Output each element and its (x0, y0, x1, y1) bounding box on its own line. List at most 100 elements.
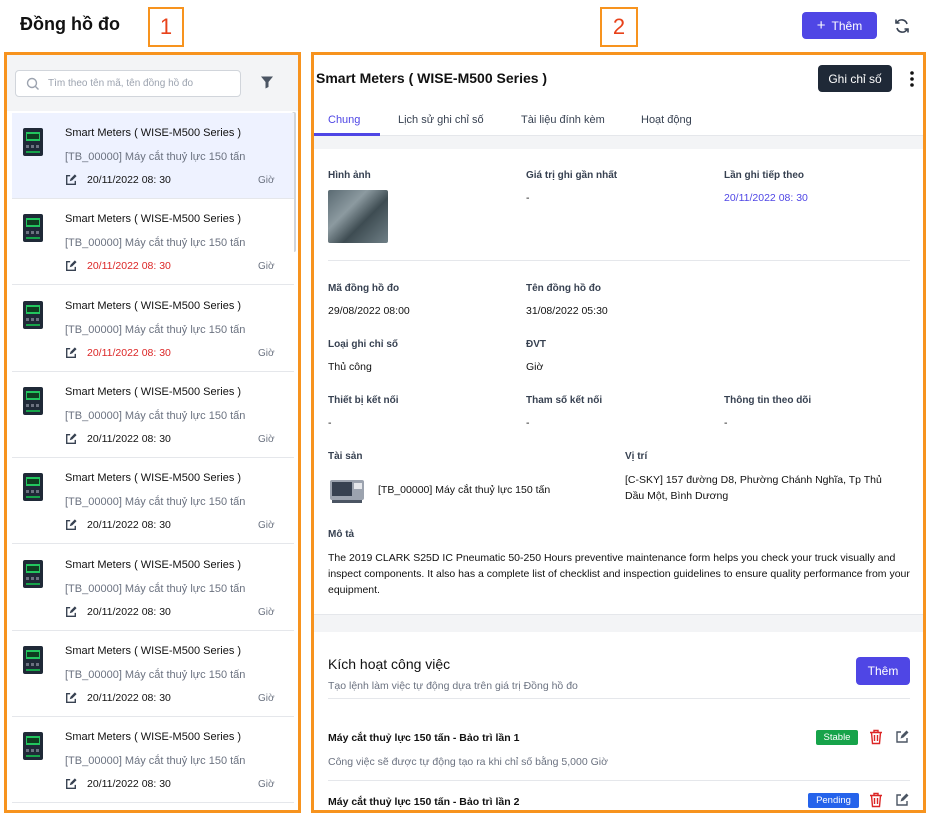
activation-title: Kích hoạt công việc (328, 656, 451, 672)
annotation-label-1: 1 (148, 7, 184, 47)
list-item[interactable]: Smart Meters ( WISE-M500 Series ) [TB_000… (12, 717, 294, 804)
next-record-date: 20/11/2022 08: 30 (724, 192, 808, 204)
tracking-value: - (724, 417, 728, 429)
list-item[interactable]: Smart Meters ( WISE-M500 Series ) [TB_000… (12, 630, 294, 717)
item-title: Smart Meters ( WISE-M500 Series ) (65, 472, 242, 485)
item-date: 20/11/2022 08: 30 (87, 260, 171, 273)
annotation-label-2: 2 (600, 7, 638, 47)
smart-meter-icon (22, 213, 44, 243)
plus-icon: + (816, 17, 826, 34)
edit-icon[interactable] (895, 793, 909, 807)
item-subtitle: [TB_00000] Máy cắt thuỷ lực 150 tấn (65, 237, 246, 250)
meter-name-label: Tên đồng hồ đo (526, 283, 601, 294)
asset-value[interactable]: [TB_00000] Máy cắt thuỷ lực 150 tấn (378, 484, 550, 496)
item-unit: Giờ (258, 779, 275, 791)
activation-divider (328, 698, 910, 699)
more-options-icon[interactable] (906, 69, 918, 89)
list-item[interactable]: Smart Meters ( WISE-M500 Series ) [TB_000… (12, 371, 294, 458)
smart-meter-icon (22, 386, 44, 416)
unit-label: ĐVT (526, 339, 546, 350)
tab-attachments[interactable]: Tài liệu đính kèm (521, 114, 605, 126)
item-subtitle: [TB_00000] Máy cắt thuỷ lực 150 tấn (65, 668, 246, 681)
rule-name: Máy cắt thuỷ lực 150 tấn - Bảo trì lần 1 (328, 732, 520, 744)
item-subtitle: [TB_00000] Máy cắt thuỷ lực 150 tấn (65, 323, 246, 336)
item-subtitle: [TB_00000] Máy cắt thuỷ lực 150 tấn (65, 755, 246, 768)
status-badge: Stable (816, 730, 858, 745)
record-type-label: Loại ghi chỉ số (328, 339, 399, 350)
activation-subtitle: Tạo lệnh làm việc tự động dựa trên giá t… (328, 680, 578, 692)
item-title: Smart Meters ( WISE-M500 Series ) (65, 644, 242, 657)
smart-meter-icon (22, 300, 44, 330)
meter-photo[interactable] (328, 190, 388, 243)
rule-divider (328, 780, 910, 781)
item-date: 20/11/2022 08: 30 (87, 778, 171, 791)
description-label: Mô tả (328, 529, 355, 540)
edit-icon[interactable] (65, 432, 77, 444)
item-unit: Giờ (258, 175, 275, 186)
edit-icon[interactable] (65, 777, 77, 790)
smart-meter-icon (22, 127, 44, 157)
item-unit: Giờ (258, 606, 275, 618)
item-date: 20/11/2022 08: 30 (87, 432, 171, 445)
meter-code: 29/08/2022 08:00 (328, 305, 410, 317)
edit-icon[interactable] (65, 605, 77, 617)
detail-title: Smart Meters ( WISE-M500 Series ) (316, 70, 548, 86)
delete-icon[interactable] (869, 729, 883, 745)
filter-icon[interactable] (260, 75, 274, 89)
delete-icon[interactable] (869, 792, 883, 808)
page-title: Đồng hồ đo (20, 14, 120, 34)
item-date: 20/11/2022 08: 30 (87, 346, 171, 359)
rule-description: Công việc sẽ được tự động tạo ra khi chỉ… (328, 756, 608, 768)
edit-icon[interactable] (65, 346, 77, 358)
location-label: Vị trí (625, 451, 648, 462)
section-spacer (314, 614, 923, 632)
add-button[interactable]: + Thêm (802, 12, 877, 39)
list-item[interactable]: Smart Meters ( WISE-M500 Series ) [TB_000… (12, 544, 294, 631)
item-title: Smart Meters ( WISE-M500 Series ) (65, 558, 242, 571)
list-item[interactable]: Smart Meters ( WISE-M500 Series ) [TB_000… (12, 199, 294, 286)
tab-activity[interactable]: Hoạt động (641, 114, 692, 126)
search-input[interactable]: Tìm theo tên mã, tên đồng hồ đo (15, 70, 241, 97)
item-subtitle: [TB_00000] Máy cắt thuỷ lực 150 tấn (65, 496, 246, 509)
param-label: Tham số kết nối (526, 395, 603, 406)
asset-thumbnail[interactable] (328, 474, 366, 506)
list-item[interactable]: Smart Meters ( WISE-M500 Series ) [TB_000… (12, 113, 294, 199)
item-title: Smart Meters ( WISE-M500 Series ) (65, 213, 242, 226)
image-label: Hình ảnh (328, 170, 371, 181)
device-label: Thiết bị kết nối (328, 395, 399, 406)
edit-icon[interactable] (895, 730, 909, 744)
description-value: The 2019 CLARK S25D IC Pneumatic 50-250 … (328, 552, 910, 596)
record-reading-button[interactable]: Ghi chỉ số (818, 65, 892, 92)
list-item[interactable]: Smart Meters ( WISE-M500 Series ) [TB_000… (12, 285, 294, 372)
item-unit: Giờ (258, 261, 275, 273)
item-unit: Giờ (258, 347, 275, 359)
tab-general[interactable]: Chung (328, 114, 360, 126)
item-subtitle: [TB_00000] Máy cắt thuỷ lực 150 tấn (65, 409, 246, 422)
asset-label: Tài sản (328, 451, 363, 462)
edit-icon[interactable] (65, 691, 77, 703)
smart-meter-icon (22, 731, 44, 761)
item-unit: Giờ (258, 692, 275, 704)
item-unit: Giờ (258, 433, 275, 445)
rule-name: Máy cắt thuỷ lực 150 tấn - Bảo trì lần 2 (328, 796, 520, 808)
add-button-label: Thêm (831, 18, 863, 33)
item-title: Smart Meters ( WISE-M500 Series ) (65, 385, 242, 398)
edit-icon[interactable] (65, 173, 77, 185)
item-subtitle: [TB_00000] Máy cắt thuỷ lực 150 tấn (65, 151, 246, 163)
list-item[interactable]: Smart Meters ( WISE-M500 Series ) [TB_000… (12, 458, 294, 545)
smart-meter-icon (22, 645, 44, 675)
add-activation-button[interactable]: Thêm (856, 657, 910, 685)
refresh-icon[interactable] (892, 16, 912, 36)
edit-icon[interactable] (65, 259, 77, 272)
tab-reading-history[interactable]: Lịch sử ghi chỉ số (398, 114, 484, 126)
item-subtitle: [TB_00000] Máy cắt thuỷ lực 150 tấn (65, 582, 246, 595)
edit-icon[interactable] (65, 518, 77, 531)
item-date: 20/11/2022 08: 30 (87, 691, 171, 704)
param-value: - (526, 417, 530, 429)
smart-meter-icon (22, 559, 44, 589)
item-unit: Giờ (258, 520, 275, 532)
section-spacer (314, 136, 923, 149)
item-date: 20/11/2022 08: 30 (87, 605, 171, 618)
tracking-label: Thông tin theo dõi (724, 395, 812, 406)
last-value-label: Giá trị ghi gần nhất (526, 170, 618, 181)
